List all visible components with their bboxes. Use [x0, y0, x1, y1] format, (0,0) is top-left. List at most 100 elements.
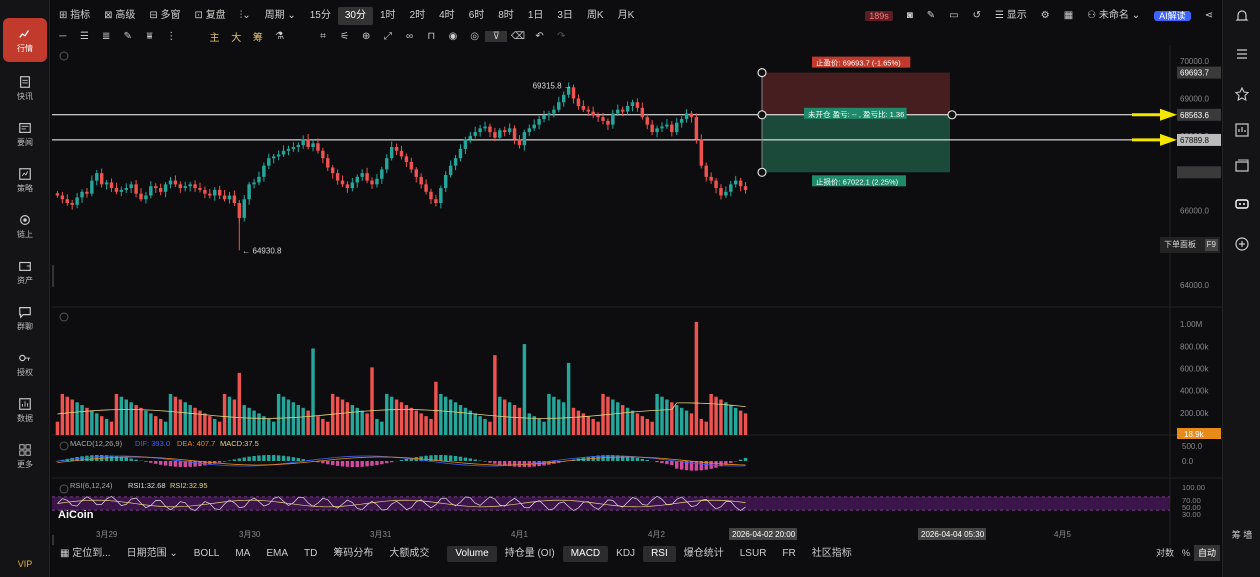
- refresh-badge[interactable]: 189s: [858, 7, 900, 25]
- subchart-toggle-3[interactable]: KDJ: [608, 546, 643, 562]
- vip-badge[interactable]: VIP: [0, 559, 50, 569]
- sidebar-item-7[interactable]: 授权: [3, 342, 47, 386]
- sidebar-item-0[interactable]: 行情: [3, 18, 47, 62]
- interval-周K[interactable]: 周K: [580, 7, 611, 25]
- replay-button[interactable]: ⊡ 复盘: [188, 7, 233, 25]
- channel-tool-icon[interactable]: ≣: [95, 31, 117, 42]
- undo-icon[interactable]: ↶: [529, 31, 551, 42]
- unnamed-template-dropdown[interactable]: ⚇ 未命名 ⌄: [1080, 7, 1147, 25]
- sidebar-item-1[interactable]: 快讯: [3, 66, 47, 110]
- hlines-tool-icon[interactable]: ☰: [74, 31, 96, 42]
- zoom-tool-icon[interactable]: ⊕: [355, 31, 377, 42]
- period-dropdown[interactable]: 周期 ⌄: [258, 7, 303, 25]
- indicator-toggle-0[interactable]: BOLL: [186, 546, 228, 562]
- share-icon[interactable]: ⋖: [1198, 7, 1220, 25]
- brush-tool-icon[interactable]: ✎: [117, 31, 139, 42]
- edit-icon[interactable]: ✎: [920, 7, 942, 25]
- advanced-button[interactable]: ⊠ 高级: [97, 7, 142, 25]
- candle-body: [158, 188, 163, 192]
- volume-bar: [616, 402, 620, 435]
- volume-bar: [620, 405, 625, 435]
- indicator-toggle-5[interactable]: 大额成交: [381, 546, 437, 562]
- interval-30分[interactable]: 30分: [337, 7, 373, 25]
- main-force-button[interactable]: 主: [204, 29, 226, 44]
- subchart-toggle-4[interactable]: RSI: [643, 546, 676, 562]
- star-icon[interactable]: [1234, 86, 1250, 102]
- subchart-toggle-2[interactable]: MACD: [562, 546, 609, 562]
- interval-8时[interactable]: 8时: [491, 7, 521, 25]
- undo-history-icon[interactable]: ↺: [966, 7, 988, 25]
- sidebar-item-4[interactable]: 链上: [3, 204, 47, 248]
- line-tool-icon[interactable]: ─: [52, 31, 74, 42]
- indicator-toggle-3[interactable]: TD: [296, 546, 325, 562]
- more-tools-icon[interactable]: ⋮: [160, 31, 182, 42]
- ruler-tool-icon[interactable]: ⚟: [334, 31, 356, 42]
- axis-mode-0[interactable]: 对数: [1152, 545, 1178, 561]
- interval-15分[interactable]: 15分: [303, 7, 338, 25]
- axis-mode-1[interactable]: %: [1178, 545, 1194, 561]
- candle-body: [507, 128, 512, 133]
- sidebar-item-9[interactable]: 更多: [3, 434, 47, 478]
- subchart-toggle-1[interactable]: 持仓量 (OI): [497, 546, 563, 562]
- eye-tool-icon[interactable]: ◉: [442, 31, 464, 42]
- layout-icon[interactable]: ▭: [942, 7, 965, 25]
- link-tool-icon[interactable]: ∞: [399, 31, 421, 42]
- display-button[interactable]: ☰ 显示: [988, 7, 1034, 25]
- subchart-toggle-0[interactable]: Volume: [447, 546, 497, 562]
- camera-icon[interactable]: ◙: [900, 7, 920, 25]
- layout-grid-icon[interactable]: ▦: [1057, 7, 1080, 25]
- magnet-tool-icon[interactable]: ⚗: [269, 31, 291, 42]
- chart-type-button[interactable]: ⫶⌄: [233, 7, 258, 25]
- measure-tool-icon[interactable]: ⤢: [377, 31, 399, 42]
- fib-tool-icon[interactable]: ⩸: [139, 31, 161, 42]
- list-icon[interactable]: [1234, 46, 1250, 62]
- subchart-toggle-6[interactable]: LSUR: [732, 546, 775, 562]
- robot-icon[interactable]: [1234, 195, 1250, 211]
- filter-tool-icon[interactable]: ⊽: [485, 30, 508, 42]
- crop-tool-icon[interactable]: ⌗: [312, 31, 334, 42]
- interval-1时[interactable]: 1时: [373, 7, 403, 25]
- subchart-toggle-5[interactable]: 爆仓统计: [676, 546, 732, 562]
- candle-body: [154, 186, 158, 189]
- interval-1日[interactable]: 1日: [521, 7, 551, 25]
- bell-icon[interactable]: [1234, 8, 1250, 24]
- subchart-toggle-8[interactable]: 社区指标: [804, 546, 860, 562]
- lock-tool-icon[interactable]: ⊓: [420, 31, 442, 42]
- left-sidebar: 行情 快讯 要闻 策略 链上 资产 群聊 授权 数据 更多: [0, 0, 50, 577]
- sidebar-item-8[interactable]: 数据: [3, 388, 47, 432]
- locate-button[interactable]: ▦ 定位到...: [52, 546, 119, 562]
- interval-月K[interactable]: 月K: [611, 7, 642, 25]
- large-order-button[interactable]: 大: [225, 29, 247, 44]
- interval-4时[interactable]: 4时: [432, 7, 462, 25]
- candle-body: [458, 148, 463, 159]
- settings-gear-icon[interactable]: ⚙: [1034, 7, 1057, 25]
- sidebar-item-3[interactable]: 策略: [3, 158, 47, 202]
- chart-panel-icon[interactable]: [1234, 122, 1250, 138]
- chart-canvas[interactable]: 70000.069000.068000.067000.066000.065000…: [52, 45, 1222, 545]
- chips-button[interactable]: 筹: [247, 29, 269, 44]
- axis-mode-2[interactable]: 自动: [1193, 545, 1220, 561]
- window-icon[interactable]: [1234, 158, 1250, 174]
- indicator-toggle-4[interactable]: 筹码分布: [325, 546, 381, 562]
- sidebar-item-2[interactable]: 要闻: [3, 112, 47, 156]
- volume-bar: [154, 416, 158, 435]
- sidebar-item-5[interactable]: 资产: [3, 250, 47, 294]
- ai-interpret-button[interactable]: AI解读: [1147, 7, 1198, 25]
- redo-icon[interactable]: ↷: [550, 31, 572, 42]
- interval-2时[interactable]: 2时: [403, 7, 433, 25]
- date-range-dropdown[interactable]: 日期范围 ⌄: [119, 546, 186, 562]
- volume-bar: [463, 407, 468, 435]
- interval-6时[interactable]: 6时: [462, 7, 492, 25]
- multiwin-button[interactable]: ⊟ 多窗: [142, 7, 187, 25]
- indicator-button[interactable]: ⊞ 指标: [52, 7, 97, 25]
- subchart-toggle-7[interactable]: FR: [774, 546, 803, 562]
- replay-icon: ⊡: [194, 10, 206, 21]
- indicator-toggle-2[interactable]: EMA: [258, 546, 296, 562]
- interval-3日[interactable]: 3日: [550, 7, 580, 25]
- candle-body: [488, 126, 492, 133]
- order-panel-icon[interactable]: [1234, 236, 1250, 252]
- indicator-toggle-1[interactable]: MA: [227, 546, 258, 562]
- sidebar-item-6[interactable]: 群聊: [3, 296, 47, 340]
- layers-tool-icon[interactable]: ◎: [464, 31, 486, 42]
- trash-tool-icon[interactable]: ⌫: [507, 31, 529, 42]
